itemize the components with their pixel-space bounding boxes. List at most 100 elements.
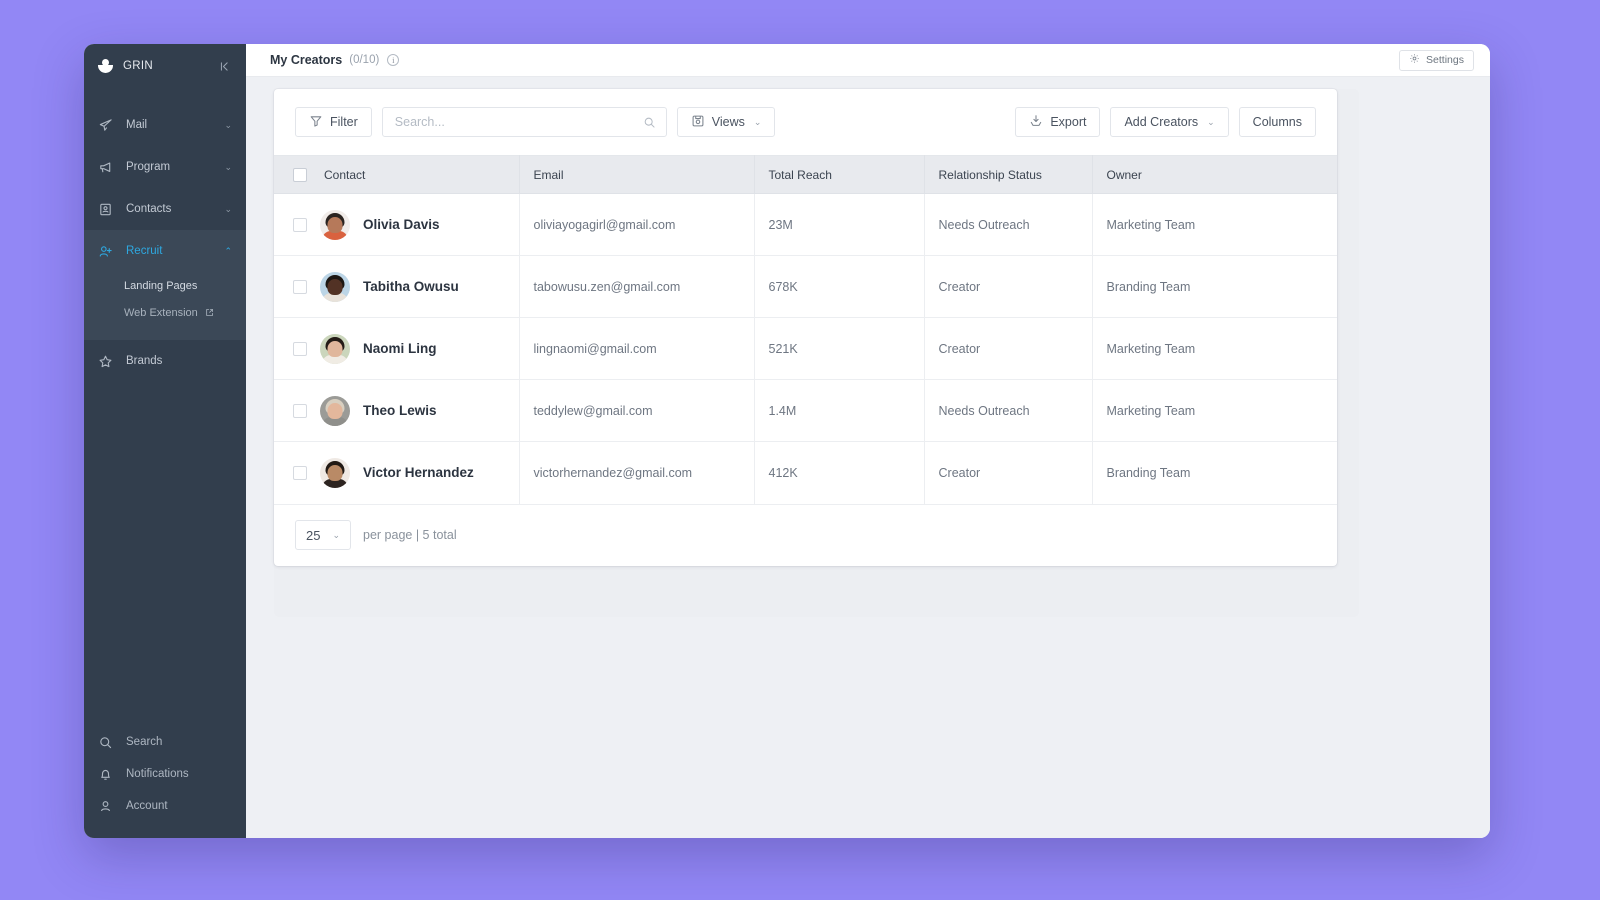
columns-button[interactable]: Columns (1238, 107, 1316, 137)
column-header-contact: Contact (274, 155, 520, 194)
external-link-icon (205, 308, 214, 317)
column-header-relationship-status: Relationship Status (924, 155, 1093, 194)
columns-label: Columns (1252, 115, 1302, 129)
row-checkbox[interactable] (293, 341, 307, 356)
column-header-owner: Owner (1092, 155, 1337, 194)
table-row[interactable]: Theo Lewis teddylew@gmail.com 1.4M Needs… (274, 379, 1337, 442)
filter-icon (309, 114, 323, 131)
sidebar-item-label: Contacts (126, 203, 172, 215)
app-window: GRIN Mail ⌄ Program ⌄ Contacts ⌄ Recruit… (84, 44, 1490, 838)
cell-total-reach: 412K (754, 441, 925, 504)
column-header-total-reach: Total Reach (754, 155, 925, 194)
table-row[interactable]: Olivia Davis oliviayogagirl@gmail.com 23… (274, 193, 1337, 256)
chevron-down-icon: ⌄ (753, 116, 762, 127)
settings-button[interactable]: Settings (1399, 49, 1474, 71)
row-checkbox[interactable] (293, 403, 307, 418)
chevron-up-icon: ⌃ (224, 245, 232, 256)
pagination-bar: 25 ⌄ per page | 5 total (274, 503, 1337, 566)
collapse-sidebar-icon[interactable] (219, 60, 232, 73)
contact-name: Theo Lewis (363, 403, 437, 418)
sidebar-item-label: Search (126, 736, 163, 748)
row-checkbox[interactable] (293, 465, 307, 480)
contact-name: Victor Hernandez (363, 465, 474, 481)
chevron-down-icon: ⌄ (332, 529, 340, 540)
cell-relationship-status: Creator (924, 255, 1093, 318)
contact-card-icon (98, 202, 113, 217)
cell-total-reach: 678K (754, 255, 925, 318)
sidebar-item-label: Notifications (126, 768, 189, 780)
chevron-down-icon: ⌄ (224, 119, 232, 130)
sidebar-item-contacts[interactable]: Contacts ⌄ (84, 188, 246, 230)
sidebar-item-recruit[interactable]: Recruit ⌃ (84, 230, 246, 272)
select-all-checkbox[interactable] (293, 167, 307, 182)
search-input[interactable] (382, 108, 666, 136)
sidebar-item-account[interactable]: Account (84, 790, 246, 822)
sidebar: GRIN Mail ⌄ Program ⌄ Contacts ⌄ Recruit… (84, 44, 246, 838)
sidebar-item-label: Brands (126, 355, 163, 367)
chevron-down-icon: ⌄ (224, 203, 232, 214)
main-area: My Creators (0/10) i Settings Filter Sea… (246, 44, 1490, 838)
sidebar-item-label: Recruit (126, 245, 163, 257)
export-button[interactable]: Export (1015, 107, 1101, 137)
cell-contact: Naomi Ling (274, 317, 520, 380)
brand-name: GRIN (123, 60, 153, 72)
export-label: Export (1050, 115, 1087, 129)
cell-owner: Marketing Team (1092, 379, 1337, 442)
row-checkbox[interactable] (293, 217, 307, 232)
search-box[interactable] (381, 107, 667, 137)
sidebar-item-label: Mail (126, 119, 148, 131)
page-title: My Creators (270, 53, 343, 67)
per-page-select[interactable]: 25 ⌄ (295, 520, 351, 550)
sidebar-item-label: Program (126, 161, 171, 173)
sidebar-bottom-nav: Search Notifications Account (84, 726, 246, 838)
table-body: Olivia Davis oliviayogagirl@gmail.com 23… (274, 193, 1337, 504)
table-row[interactable]: Tabitha Owusu tabowusu.zen@gmail.com 678… (274, 255, 1337, 318)
table-row[interactable]: Victor Hernandez victorhernandez@gmail.c… (274, 441, 1337, 504)
person-icon (98, 799, 113, 814)
cell-contact: Theo Lewis (274, 379, 520, 442)
primary-nav: Mail ⌄ Program ⌄ Contacts ⌄ Recruit ⌃ La… (84, 104, 246, 382)
sidebar-item-search[interactable]: Search (84, 726, 246, 758)
sidebar-item-notifications[interactable]: Notifications (84, 758, 246, 790)
filter-button[interactable]: Filter (295, 107, 372, 137)
cell-relationship-status: Creator (924, 317, 1093, 380)
sidebar-item-program[interactable]: Program ⌄ (84, 146, 246, 188)
column-header-email: Email (519, 155, 755, 194)
contact-name: Tabitha Owusu (363, 279, 459, 294)
sidebar-item-mail[interactable]: Mail ⌄ (84, 104, 246, 146)
views-button[interactable]: Views ⌄ (676, 107, 776, 137)
star-icon (98, 354, 113, 369)
column-label: Contact (324, 167, 366, 182)
cell-total-reach: 1.4M (754, 379, 925, 442)
info-icon[interactable]: i (387, 54, 400, 66)
cell-email: oliviayogagirl@gmail.com (519, 193, 755, 256)
sidebar-item-web-extension[interactable]: Web Extension (84, 299, 246, 326)
sidebar-item-brands[interactable]: Brands (84, 340, 246, 382)
table-toolbar: Filter Views (274, 89, 1337, 155)
cell-email: victorhernandez@gmail.com (519, 441, 755, 504)
cell-owner: Marketing Team (1092, 317, 1337, 380)
cell-contact: Victor Hernandez (274, 441, 520, 504)
table-row[interactable]: Naomi Ling lingnaomi@gmail.com 521K Crea… (274, 317, 1337, 380)
cell-owner: Marketing Team (1092, 193, 1337, 256)
contact-name: Olivia Davis (363, 217, 440, 232)
megaphone-icon (98, 160, 113, 175)
sidebar-subitem-label: Web Extension (124, 306, 198, 319)
chevron-down-icon: ⌄ (1207, 116, 1215, 127)
cell-relationship-status: Needs Outreach (924, 379, 1093, 442)
cell-owner: Branding Team (1092, 255, 1337, 318)
filter-label: Filter (330, 115, 358, 129)
avatar (320, 271, 350, 302)
row-checkbox[interactable] (293, 279, 307, 294)
search-icon (98, 735, 113, 750)
add-creators-label: Add Creators (1124, 115, 1199, 129)
add-creators-button[interactable]: Add Creators ⌄ (1110, 107, 1229, 137)
bell-icon (98, 767, 113, 782)
cell-contact: Olivia Davis (274, 193, 520, 256)
sidebar-item-landing-pages[interactable]: Landing Pages (84, 272, 246, 299)
avatar (320, 209, 350, 240)
cell-total-reach: 23M (754, 193, 925, 256)
grin-logo-icon (98, 58, 113, 74)
creators-table: Contact Email Total Reach Relationship S… (274, 155, 1337, 504)
cell-email: tabowusu.zen@gmail.com (519, 255, 755, 318)
